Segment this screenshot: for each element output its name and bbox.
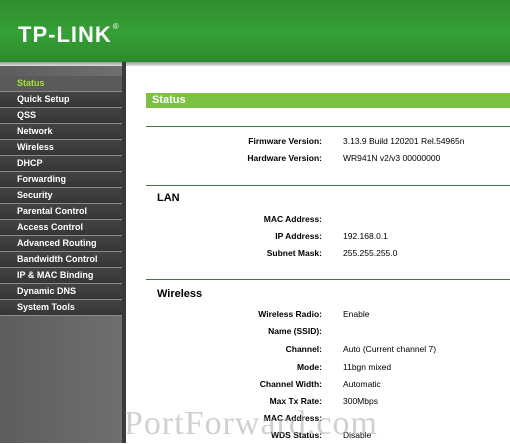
- sidebar-item-bandwidth-control[interactable]: Bandwidth Control: [0, 252, 122, 268]
- sidebar-item-dhcp[interactable]: DHCP: [0, 156, 122, 172]
- sidebar-item-dynamic-dns[interactable]: Dynamic DNS: [0, 284, 122, 300]
- field-label: IP Address:: [275, 231, 322, 241]
- lan-mask-row: Subnet Mask: 255.255.255.0: [126, 248, 510, 262]
- field-label: Mode:: [296, 362, 322, 372]
- lan-mac-row: MAC Address:: [126, 214, 510, 228]
- divider: [146, 185, 510, 186]
- wireless-wds-row: WDS Status: Disable: [126, 430, 510, 444]
- field-label: MAC Address:: [263, 214, 322, 224]
- field-label: MAC Address:: [263, 413, 322, 423]
- field-label: Firmware Version:: [248, 136, 322, 146]
- wireless-channel-row: Channel: Auto (Current channel 7): [126, 344, 510, 358]
- sidebar-item-access-control[interactable]: Access Control: [0, 220, 122, 236]
- sidebar-item-security[interactable]: Security: [0, 188, 122, 204]
- sidebar-menu: Status Quick Setup QSS Network Wireless …: [0, 76, 122, 316]
- field-value: Disable: [343, 430, 372, 440]
- divider: [146, 126, 510, 127]
- wireless-mac-row: MAC Address:: [126, 413, 510, 427]
- field-value: 3.13.9 Build 120201 Rel.54965n: [343, 136, 465, 146]
- field-label: Hardware Version:: [247, 153, 322, 163]
- divider: [146, 279, 510, 280]
- field-value: WR941N v2/v3 00000000: [343, 153, 441, 163]
- field-value: Enable: [343, 309, 370, 319]
- wireless-ssid-row: Name (SSID):: [126, 326, 510, 340]
- wireless-radio-row: Wireless Radio: Enable: [126, 309, 510, 323]
- wireless-width-row: Channel Width: Automatic: [126, 379, 510, 393]
- field-value: 192.168.0.1: [343, 231, 388, 241]
- sidebar-item-advanced-routing[interactable]: Advanced Routing: [0, 236, 122, 252]
- page-title: Status: [146, 93, 510, 108]
- sidebar-item-status[interactable]: Status: [0, 76, 122, 92]
- field-label: Wireless Radio:: [258, 309, 322, 319]
- sidebar-item-network[interactable]: Network: [0, 124, 122, 140]
- sidebar-item-qss[interactable]: QSS: [0, 108, 122, 124]
- field-label: Max Tx Rate:: [269, 396, 322, 406]
- sidebar-item-ip-mac-binding[interactable]: IP & MAC Binding: [0, 268, 122, 284]
- lan-ip-row: IP Address: 192.168.0.1: [126, 231, 510, 245]
- sidebar-item-wireless[interactable]: Wireless: [0, 140, 122, 156]
- field-value: Auto (Current channel 7): [343, 344, 437, 354]
- wireless-rate-row: Max Tx Rate: 300Mbps: [126, 396, 510, 410]
- sidebar-item-parental-control[interactable]: Parental Control: [0, 204, 122, 220]
- field-value: Automatic: [343, 379, 381, 389]
- firmware-version-row: Firmware Version: 3.13.9 Build 120201 Re…: [126, 136, 510, 150]
- field-label: Channel Width:: [259, 379, 322, 389]
- wireless-mode-row: Mode: 11bgn mixed: [126, 362, 510, 376]
- field-value: 255.255.255.0: [343, 248, 398, 258]
- sidebar-item-system-tools[interactable]: System Tools: [0, 300, 122, 316]
- section-title-lan: LAN: [157, 192, 180, 204]
- main-content: Status Firmware Version: 3.13.9 Build 12…: [126, 66, 510, 443]
- field-value: 11bgn mixed: [343, 362, 392, 372]
- field-value: 300Mbps: [343, 396, 378, 406]
- hardware-version-row: Hardware Version: WR941N v2/v3 00000000: [126, 153, 510, 167]
- header: TP-LINK®: [0, 0, 510, 62]
- tp-link-logo: TP-LINK®: [18, 22, 120, 47]
- field-label: Subnet Mask:: [266, 248, 322, 258]
- sidebar-item-quick-setup[interactable]: Quick Setup: [0, 92, 122, 108]
- section-title-wireless: Wireless: [157, 288, 203, 300]
- field-label: Name (SSID):: [268, 326, 322, 336]
- field-label: WDS Status:: [271, 430, 322, 440]
- sidebar: Status Quick Setup QSS Network Wireless …: [0, 66, 122, 443]
- field-label: Channel:: [285, 344, 322, 354]
- sidebar-item-forwarding[interactable]: Forwarding: [0, 172, 122, 188]
